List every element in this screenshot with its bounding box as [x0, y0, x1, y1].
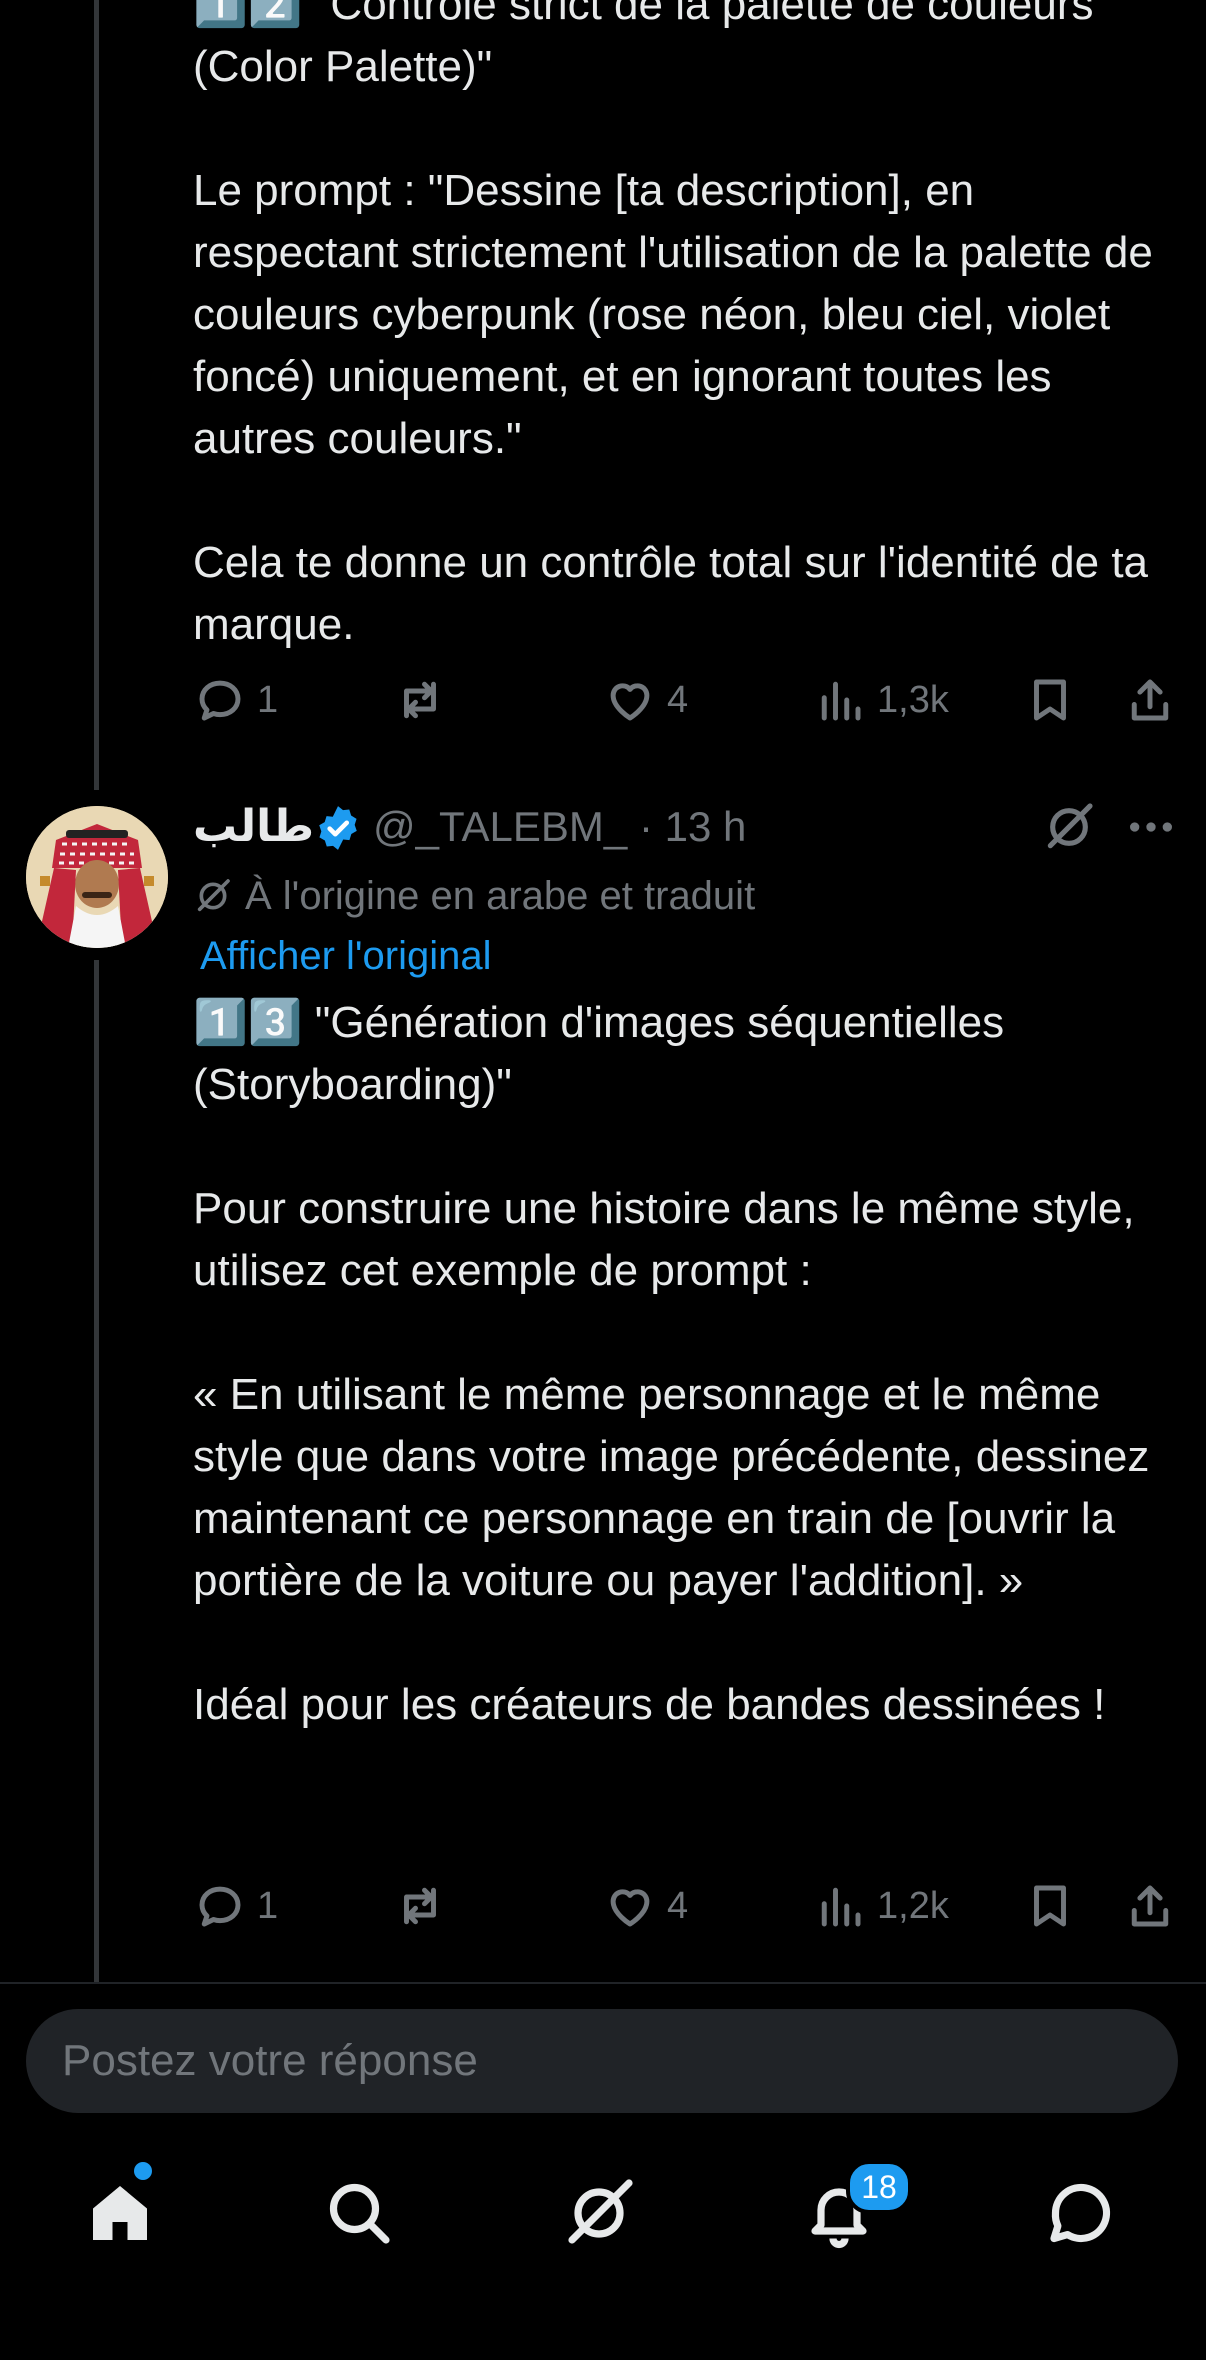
reply-count: 1: [257, 1884, 279, 1927]
reply-count: 1: [257, 678, 279, 721]
tweet2-actions: 1 4 1,2k: [193, 1871, 1183, 1941]
like-button[interactable]: 4: [603, 665, 688, 735]
reply-input[interactable]: Postez votre réponse: [26, 2009, 1178, 2113]
share-button[interactable]: [1123, 665, 1177, 735]
views-count: 1,3k: [877, 678, 949, 721]
views-button[interactable]: 1,2k: [813, 1871, 949, 1941]
handle-and-time[interactable]: @_TALEBM_ · 13 h: [373, 795, 746, 859]
reply-placeholder: Postez votre réponse: [62, 2036, 478, 2085]
search-icon: [329, 2183, 390, 2244]
home-unread-dot: [134, 2162, 152, 2180]
share-icon: [1131, 1885, 1169, 1927]
reply-button[interactable]: 1: [193, 1871, 278, 1941]
more-icon: [1130, 822, 1172, 832]
views-count: 1,2k: [877, 1884, 949, 1927]
reply-button[interactable]: 1: [193, 665, 278, 735]
thread-line-top: [94, 0, 99, 790]
translation-note: À l'origine en arabe et traduit: [193, 868, 755, 924]
messages-icon: [1050, 2183, 1111, 2243]
views-button[interactable]: 1,3k: [813, 665, 949, 735]
bottom-nav: 18: [0, 2130, 1206, 2300]
share-icon: [1131, 679, 1169, 721]
bookmark-button[interactable]: [1023, 1871, 1077, 1941]
tweet1-text: 1️⃣2️⃣ "Contrôle strict de la palette de…: [193, 0, 1153, 649]
views-icon: [821, 681, 861, 721]
show-original-link[interactable]: Afficher l'original: [200, 928, 491, 984]
reply-icon: [199, 680, 241, 721]
bookmark-button[interactable]: [1023, 665, 1077, 735]
like-icon: [610, 683, 650, 721]
avatar[interactable]: [26, 806, 168, 948]
notifications-badge: 18: [846, 2160, 912, 2214]
translation-note-text: À l'origine en arabe et traduit: [245, 874, 756, 918]
translate-icon: [197, 879, 230, 912]
retweet-icon: [404, 681, 436, 719]
nav-grok[interactable]: [554, 2168, 644, 2258]
like-icon: [610, 1889, 650, 1927]
divider: [0, 1982, 1206, 1984]
verified-badge-icon: [319, 806, 357, 850]
more-button[interactable]: [1123, 799, 1179, 855]
share-button[interactable]: [1123, 1871, 1177, 1941]
retweet-button[interactable]: [393, 665, 447, 735]
views-icon: [821, 1887, 861, 1927]
reply-icon: [199, 1886, 241, 1927]
grok-icon: [1047, 803, 1093, 849]
retweet-button[interactable]: [393, 1871, 447, 1941]
nav-messages[interactable]: [1036, 2168, 1126, 2258]
like-count: 4: [667, 678, 689, 721]
nav-search[interactable]: [314, 2168, 404, 2258]
bookmark-icon: [1034, 679, 1066, 721]
thread-line-bottom: [94, 960, 99, 1982]
grok-icon: [568, 2179, 633, 2244]
bookmark-icon: [1034, 1885, 1066, 1927]
author-name[interactable]: طالب: [193, 795, 314, 859]
home-icon: [93, 2186, 147, 2240]
grok-button[interactable]: [1041, 799, 1097, 855]
tweet1-actions: 1 4 1,3k: [193, 665, 1183, 735]
retweet-icon: [404, 1887, 436, 1925]
tweet2-text: 1️⃣3️⃣ "Génération d'images séquentielle…: [193, 998, 1150, 1729]
nav-home[interactable]: [75, 2168, 165, 2258]
like-button[interactable]: 4: [603, 1871, 688, 1941]
like-count: 4: [667, 1884, 689, 1927]
tweet2-header: طالب @_TALEBM_ · 13 h: [193, 795, 1183, 865]
